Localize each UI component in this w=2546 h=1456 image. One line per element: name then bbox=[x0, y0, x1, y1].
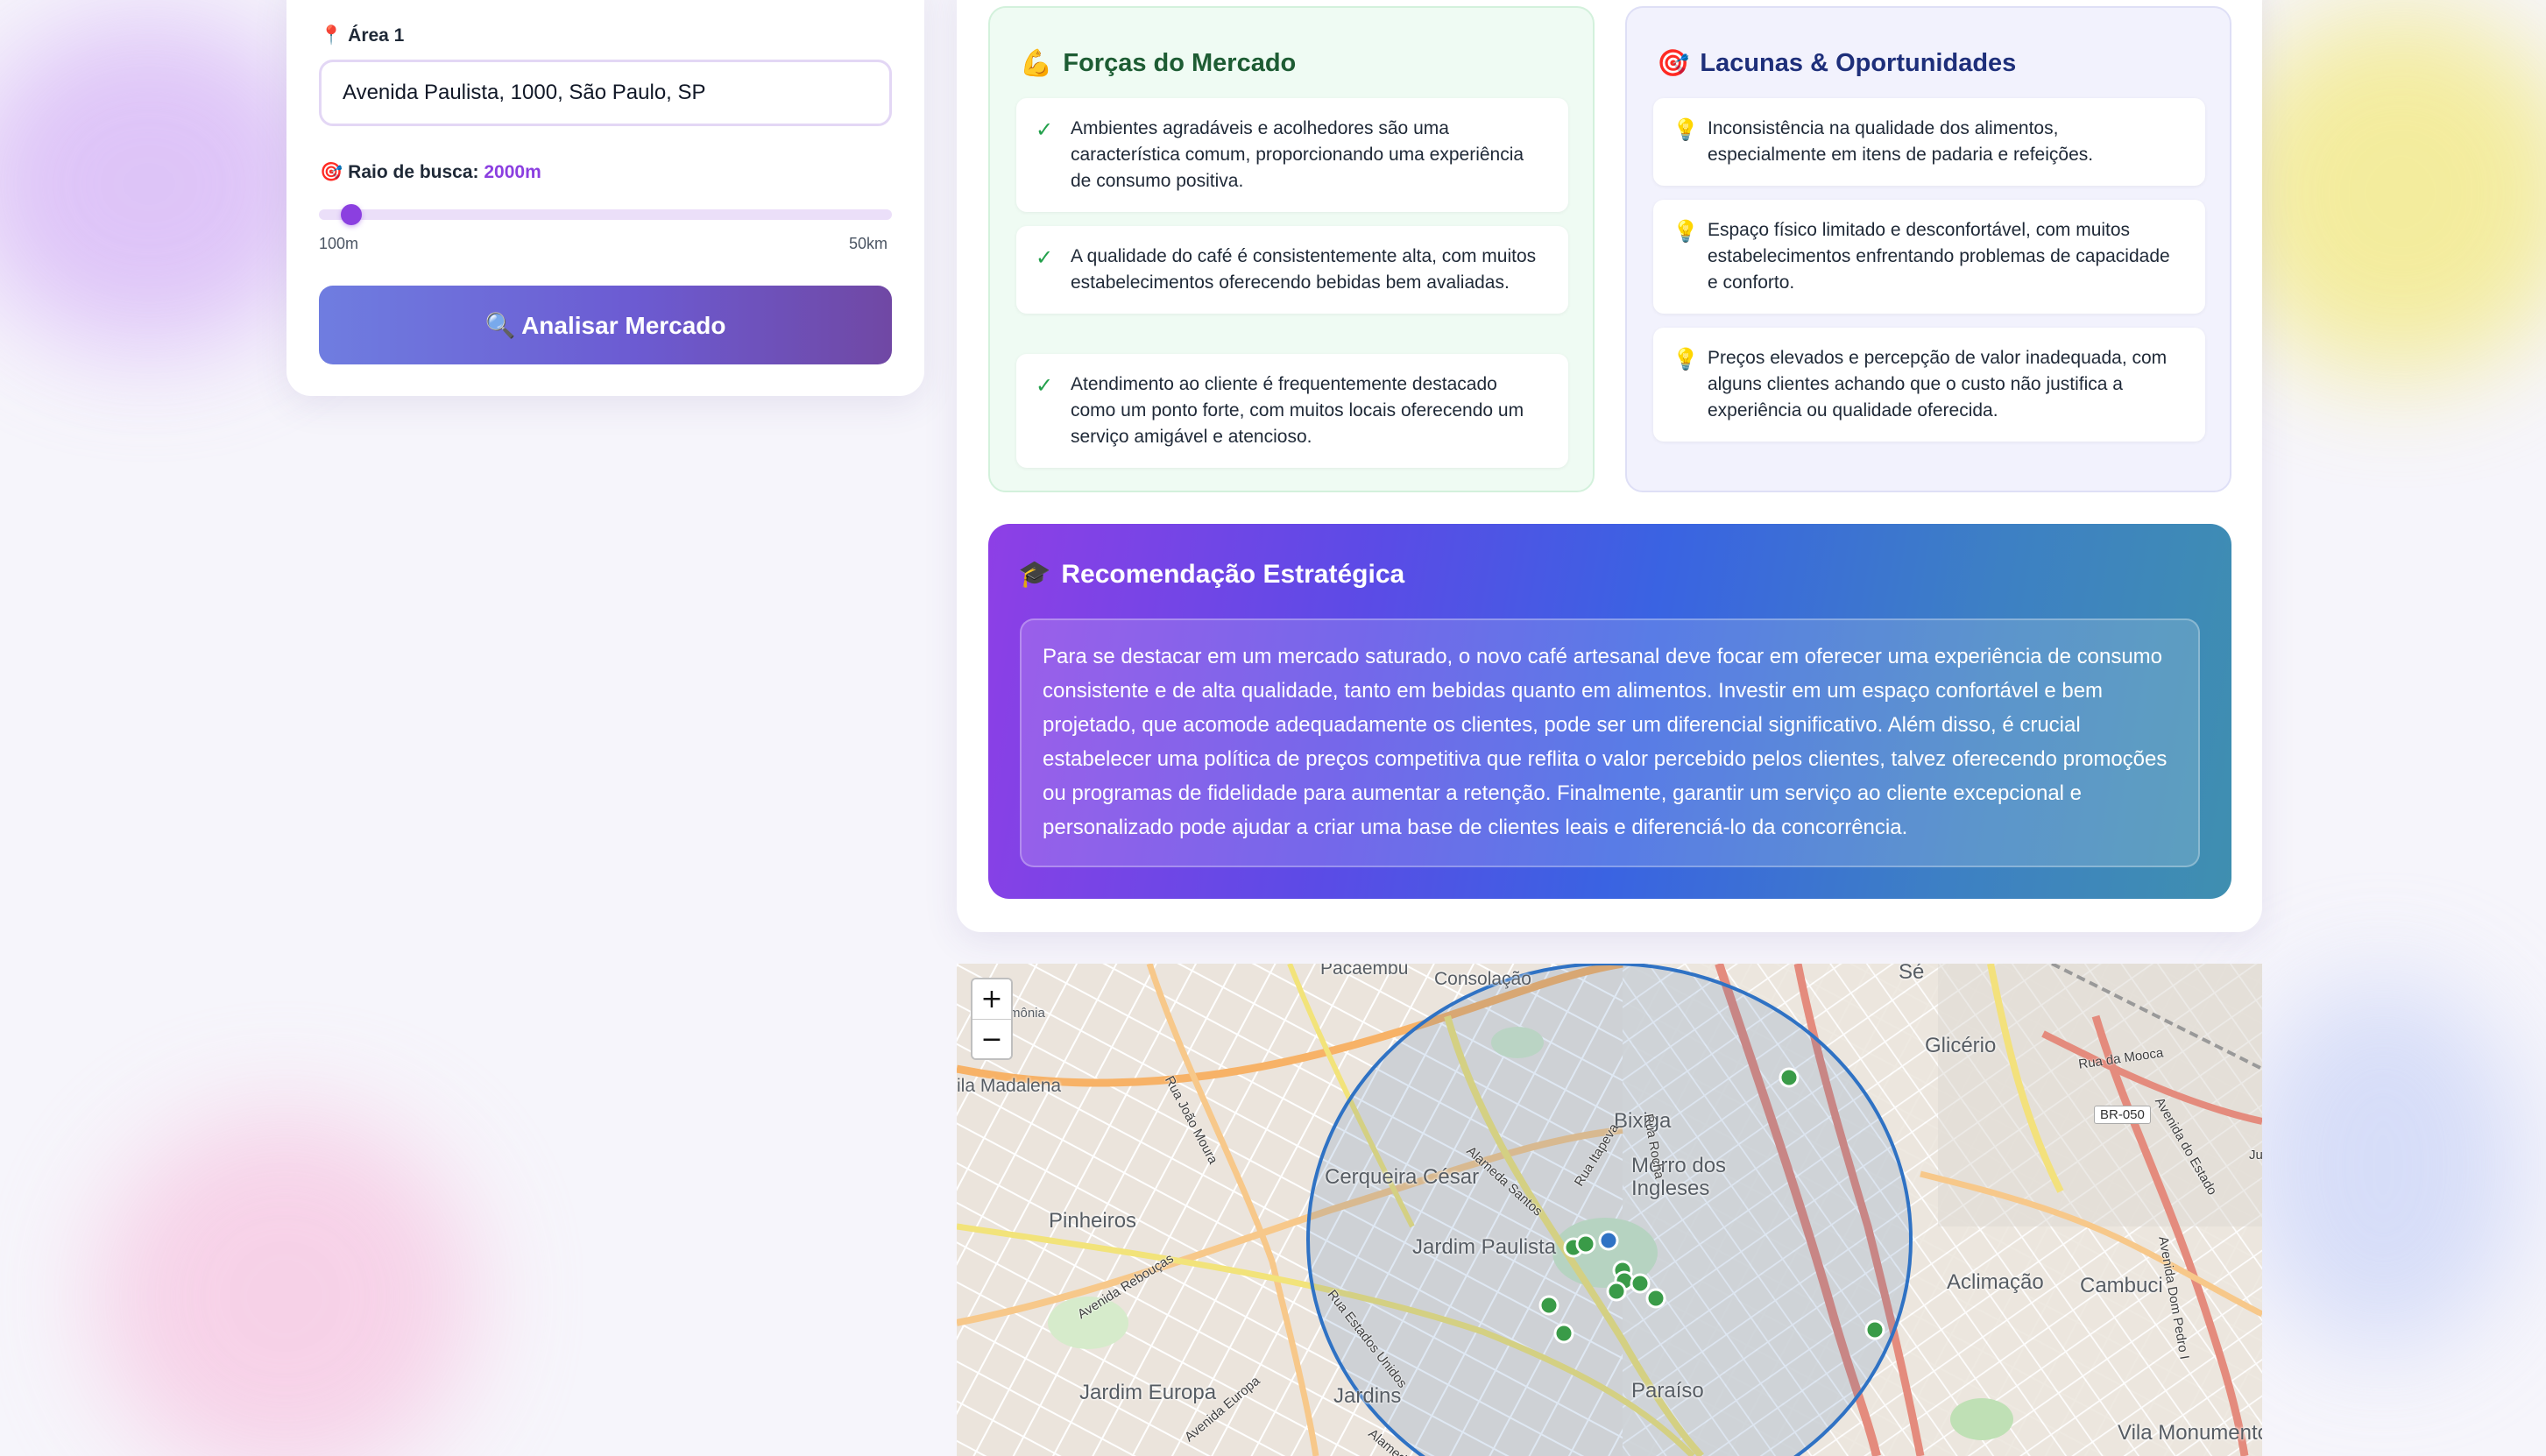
graduation-cap-icon: 🎓 bbox=[1018, 560, 1051, 589]
check-icon: ✓ bbox=[1036, 374, 1054, 398]
map-label-pinheiros: Pinheiros bbox=[1049, 1209, 1137, 1233]
background-blob-blue bbox=[2243, 981, 2523, 1349]
map-label-vila-monumento: Vila Monumento bbox=[2118, 1421, 2262, 1445]
check-icon: ✓ bbox=[1036, 246, 1054, 270]
map-label-cerqueira-cesar: Cerqueira César bbox=[1325, 1165, 1480, 1189]
map-label-vila-madalena: ila Madalena bbox=[957, 1076, 1062, 1096]
map-label-se: Sé bbox=[1899, 964, 1925, 984]
map-label-jardim-europa: Jardim Europa bbox=[1079, 1381, 1217, 1404]
slider-max-label: 50km bbox=[849, 235, 888, 252]
background-blob-pink bbox=[96, 1113, 473, 1456]
map-label-jardim-paulista: Jardim Paulista bbox=[1412, 1235, 1557, 1259]
target-icon: 🎯 bbox=[320, 162, 343, 182]
gaps-opportunities-card: 🎯 Lacunas & Oportunidades 💡 Inconsistênc… bbox=[1625, 6, 2231, 492]
radius-slider-thumb[interactable] bbox=[340, 204, 362, 225]
slider-min-label: 100m bbox=[319, 235, 359, 252]
market-map[interactable]: Pacaembu Consolação ila Madalena mônia P… bbox=[957, 964, 2262, 1456]
map-label-morro-dos-ingleses: Morro dos Ingleses bbox=[1631, 1154, 1727, 1200]
zoom-out-button[interactable]: − bbox=[972, 1020, 1011, 1058]
muscle-icon: 💪 bbox=[1020, 49, 1053, 78]
map-label-pacaembu: Pacaembu bbox=[1320, 964, 1409, 979]
lightbulb-icon: 💡 bbox=[1673, 220, 1699, 244]
recommendation-title: 🎓 Recomendação Estratégica bbox=[1018, 559, 1405, 590]
address-input[interactable] bbox=[319, 60, 892, 126]
map-label-jardins: Jardins bbox=[1333, 1384, 1402, 1408]
target-icon: 🎯 bbox=[1657, 49, 1690, 78]
gap-item: 💡 Inconsistência na qualidade dos alimen… bbox=[1653, 98, 2205, 186]
road-label-jun: Jun bbox=[2249, 1148, 2262, 1163]
map-zoom-control: + − bbox=[971, 978, 1013, 1060]
highway-shield-br050: BR-050 bbox=[2094, 1106, 2151, 1124]
recommendation-text: Para se destacar em um mercado saturado,… bbox=[1020, 618, 2200, 867]
zoom-in-button[interactable]: + bbox=[972, 979, 1011, 1019]
strategic-recommendation-card: 🎓 Recomendação Estratégica Para se desta… bbox=[988, 524, 2231, 899]
strength-item: ✓ A qualidade do café é consistentemente… bbox=[1016, 226, 1568, 314]
map-label-paraiso: Paraíso bbox=[1631, 1379, 1704, 1403]
lightbulb-icon: 💡 bbox=[1673, 118, 1699, 142]
area-label: 📍 Área 1 bbox=[320, 25, 405, 46]
radius-slider-track[interactable] bbox=[319, 209, 892, 220]
analyze-market-button[interactable]: 🔍 Analisar Mercado bbox=[319, 286, 892, 364]
lightbulb-icon: 💡 bbox=[1673, 348, 1699, 371]
pin-icon: 📍 bbox=[320, 25, 343, 46]
map-label-glicerio: Glicério bbox=[1925, 1034, 1997, 1057]
gaps-title: 🎯 Lacunas & Oportunidades bbox=[1657, 49, 2017, 78]
gap-item: 💡 Preços elevados e percepção de valor i… bbox=[1653, 328, 2205, 442]
background-blob-purple bbox=[0, 18, 333, 350]
map-label-monia: mônia bbox=[1009, 1006, 1045, 1021]
map-label-consolacao: Consolação bbox=[1434, 969, 1531, 989]
map-label-cambuci: Cambuci bbox=[2080, 1274, 2163, 1297]
background-blob-yellow bbox=[2217, 9, 2546, 377]
radius-value: 2000m bbox=[484, 162, 541, 182]
strength-item: ✓ Atendimento ao cliente é frequentement… bbox=[1016, 354, 1568, 468]
radius-label: 🎯 Raio de busca: 2000m bbox=[320, 162, 541, 182]
strengths-title: 💪 Forças do Mercado bbox=[1020, 49, 1297, 78]
check-icon: ✓ bbox=[1036, 118, 1054, 142]
market-strengths-card: 💪 Forças do Mercado ✓ Ambientes agradáve… bbox=[988, 6, 1595, 492]
gap-item: 💡 Espaço físico limitado e desconfortáve… bbox=[1653, 200, 2205, 314]
strength-item: ✓ Ambientes agradáveis e acolhedores são… bbox=[1016, 98, 1568, 212]
map-label-aclimacao: Aclimação bbox=[1947, 1270, 2044, 1294]
